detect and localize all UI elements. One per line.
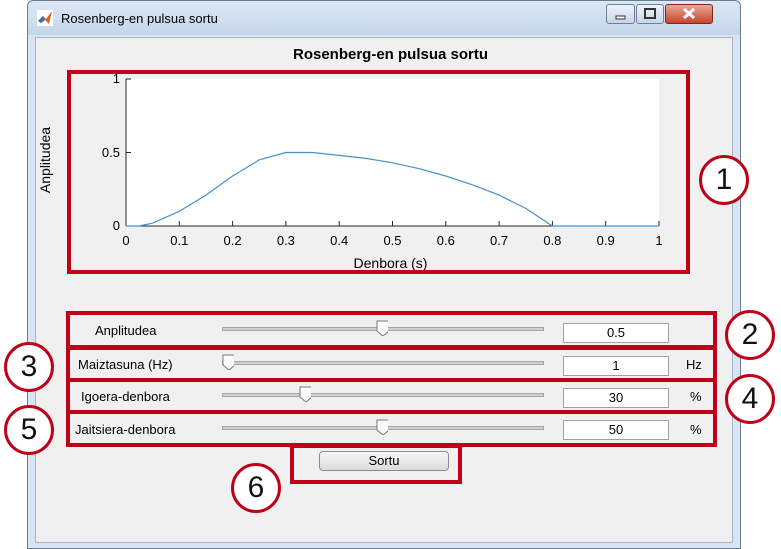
frequency-label: Maiztasuna (Hz)	[78, 357, 173, 372]
fall-time-input[interactable]: 50	[563, 420, 669, 440]
badge-2: 2	[725, 310, 775, 360]
badge-6: 6	[231, 463, 281, 513]
rise-time-label: Igoera-denbora	[81, 389, 170, 404]
fall-time-slider-thumb[interactable]	[376, 419, 388, 435]
frequency-input[interactable]: 1	[563, 356, 669, 376]
rise-time-unit: %	[690, 389, 702, 404]
fall-time-label: Jaitsiera-denbora	[75, 422, 176, 437]
sortu-button[interactable]: Sortu	[319, 451, 449, 471]
rise-time-input[interactable]: 30	[563, 388, 669, 408]
amplitude-slider-thumb[interactable]	[376, 320, 388, 336]
rise-time-slider-thumb[interactable]	[299, 386, 311, 402]
badge-5: 5	[4, 405, 54, 455]
annotation-box-plot	[67, 70, 690, 274]
frequency-unit: Hz	[686, 357, 702, 372]
rise-time-slider[interactable]	[222, 393, 544, 397]
badge-4: 4	[725, 374, 775, 424]
badge-3: 3	[4, 342, 54, 392]
frequency-slider-thumb[interactable]	[222, 354, 234, 370]
amplitude-input[interactable]: 0.5	[563, 323, 669, 343]
badge-1: 1	[699, 155, 749, 205]
amplitude-label: Anplitudea	[95, 323, 157, 338]
frequency-slider[interactable]	[222, 361, 544, 365]
y-axis-label: Anplitudea	[37, 126, 53, 194]
fall-time-unit: %	[690, 422, 702, 437]
